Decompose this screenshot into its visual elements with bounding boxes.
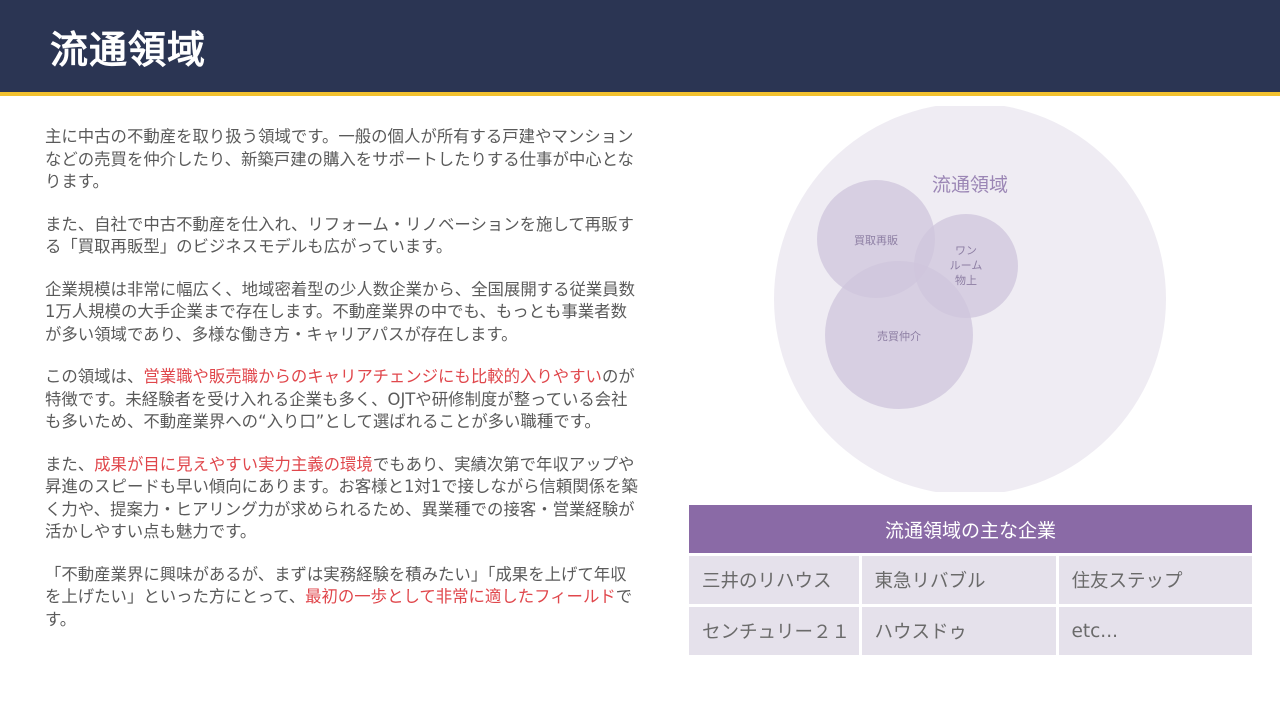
body-paragraph: また、自社で中古不動産を仕入れ、リフォーム・リノベーションを施して再販する「買取… [45, 214, 641, 259]
highlighted-text: 成果が目に見えやすい実力主義の環境 [94, 454, 373, 474]
body-paragraph: 「不動産業界に興味があるが、まずは実務経験を積みたい」「成果を上げて年収を上げた… [45, 564, 641, 632]
body-paragraph: また、成果が目に見えやすい実力主義の環境でもあり、実績次第で年収アップや昇進のス… [45, 454, 641, 544]
company-cell: ハウスドゥ [860, 604, 1059, 655]
highlighted-text: 最初の一歩として非常に適したフィールド [305, 587, 616, 606]
highlighted-text: 営業職や販売職からのキャリアチェンジにも比較的入りやすい [143, 367, 602, 386]
companies-table-header: 流通領域の主な企業 [689, 505, 1253, 555]
company-cell: etc... [1057, 604, 1253, 655]
circle-label-line: 買取再販 [854, 234, 898, 247]
header-accent-rule [0, 92, 1280, 96]
body-text: 主に中古の不動産を取り扱う領域です。一般の個人が所有する戸建やマンションなどの売… [45, 126, 641, 651]
company-cell: センチュリー２１ [689, 604, 862, 655]
table-row: センチュリー２１ ハウスドゥ etc... [689, 604, 1253, 655]
circle-label-baibai: 売買仲介 [877, 329, 921, 343]
companies-table: 流通領域の主な企業 三井のリハウス 東急リバブル 住友ステップ センチュリー２１… [689, 505, 1253, 655]
company-cell: 東急リバブル [860, 553, 1059, 606]
circle-label-line: 売買仲介 [877, 329, 921, 343]
table-row: 三井のリハウス 東急リバブル 住友ステップ [689, 553, 1253, 606]
body-text-run: この領域は、 [45, 367, 144, 386]
body-text-run: 企業規模は非常に幅広く、地域密着型の少人数企業から、全国展開する従業員数1万人規… [45, 279, 636, 344]
body-paragraph: この領域は、営業職や販売職からのキャリアチェンジにも比較的入りやすいのが特徴です… [45, 366, 641, 434]
page-title: 流通領域 [50, 28, 207, 72]
body-text-run: また、自社で中古不動産を仕入れ、リフォーム・リノベーションを施して再販する「買取… [45, 214, 634, 257]
venn-diagram: 流通領域 買取再販 ワンルーム物上 売買仲介 [770, 103, 1170, 495]
body-paragraph: 主に中古の不動産を取り扱う領域です。一般の個人が所有する戸建やマンションなどの売… [45, 126, 641, 194]
circle-label-line: ワン [955, 244, 977, 257]
body-text-run: また、 [45, 454, 95, 474]
company-cell: 住友ステップ [1057, 553, 1253, 606]
circle-label-line: 物上 [955, 273, 977, 287]
body-paragraph: 企業規模は非常に幅広く、地域密着型の少人数企業から、全国展開する従業員数1万人規… [45, 279, 641, 347]
outer-label: 流通領域 [932, 174, 1008, 196]
company-cell: 三井のリハウス [689, 553, 862, 606]
body-text-run: 主に中古の不動産を取り扱う領域です。一般の個人が所有する戸建やマンションなどの売… [45, 127, 634, 191]
circle-label-kaitori: 買取再販 [854, 234, 898, 247]
circle-label-line: ルーム [950, 259, 983, 272]
